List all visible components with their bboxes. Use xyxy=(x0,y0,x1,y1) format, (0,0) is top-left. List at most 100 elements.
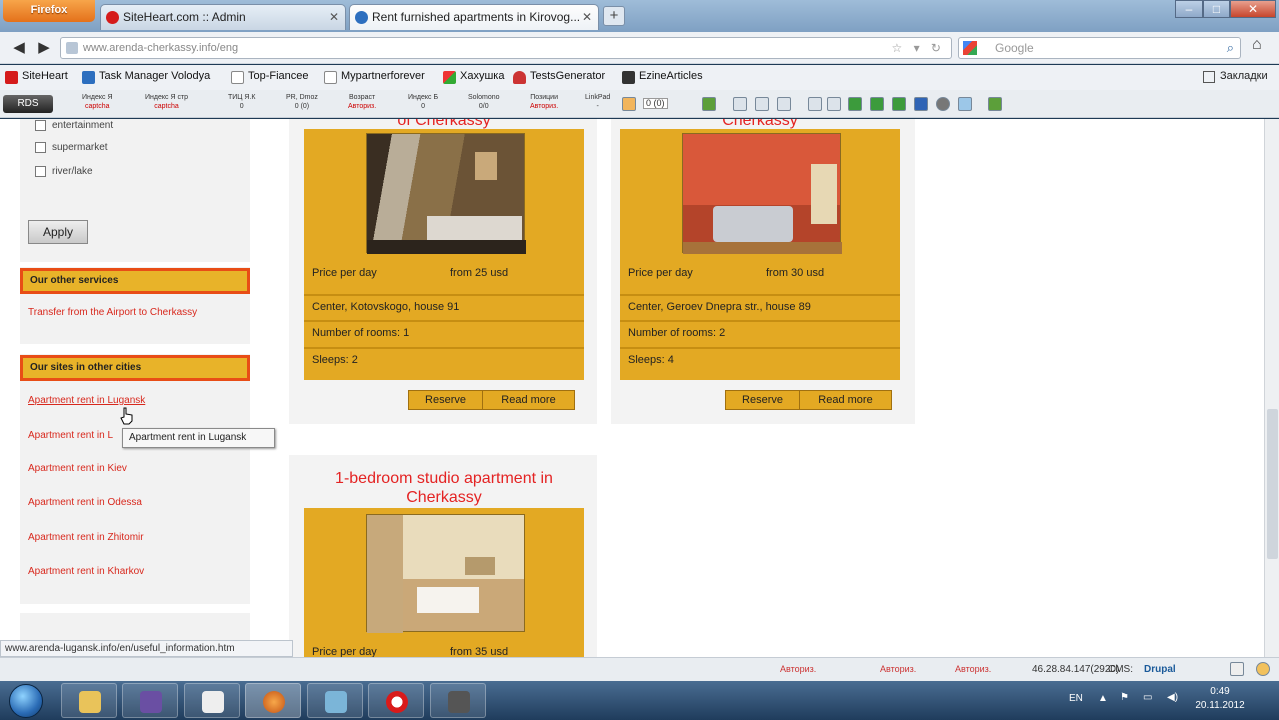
page-scrollbar[interactable] xyxy=(1264,119,1279,657)
seo-age[interactable]: Возраст Авториз. xyxy=(348,93,376,111)
apartment-photo[interactable] xyxy=(366,133,526,254)
city-link-kharkov[interactable]: Apartment rent in Kharkov xyxy=(28,566,144,577)
tool-icon[interactable] xyxy=(914,97,928,111)
bookmark-ezinearticles[interactable]: EzineArticles xyxy=(622,70,703,84)
checkbox[interactable] xyxy=(35,142,46,153)
taskbar-opera[interactable] xyxy=(368,683,424,718)
city-link-zhitomir[interactable]: Apartment rent in Zhitomir xyxy=(28,532,144,543)
bookmark-top-fiancee[interactable]: Top-Fiancee xyxy=(231,70,309,84)
tab-rent-apartments[interactable]: Rent furnished apartments in Kirovog... … xyxy=(349,4,599,30)
apply-button[interactable]: Apply xyxy=(28,220,88,244)
seo-tool-icon[interactable] xyxy=(622,97,636,111)
seo-yandex-index[interactable]: Индекс Яcaptcha xyxy=(82,93,113,111)
minimize-window-button[interactable]: – xyxy=(1175,0,1203,18)
filter-checkbox-entertainment[interactable]: entertainment xyxy=(35,120,113,131)
gear-icon[interactable] xyxy=(936,97,950,111)
tool-icon[interactable] xyxy=(988,97,1002,111)
link-status-url: www.arenda-lugansk.info/en/useful_inform… xyxy=(0,640,293,657)
city-link-lugansk-2[interactable]: Apartment rent in L xyxy=(28,430,113,441)
flag-icon[interactable]: ⚑ xyxy=(1120,692,1129,703)
transfer-link[interactable]: Transfer from the Airport to Cherkassy xyxy=(28,307,197,318)
listing-panel: Price per day from 25 usd Center, Kotovs… xyxy=(304,129,584,380)
seo-bing-index[interactable]: Индекс Б0 xyxy=(408,93,438,111)
tool-icon[interactable] xyxy=(848,97,862,111)
bookmark-xaxushka[interactable]: Хахушка xyxy=(443,70,504,84)
status-cms-drupal[interactable]: Drupal xyxy=(1144,664,1176,675)
taskbar-app[interactable] xyxy=(184,683,240,718)
taskbar-firefox[interactable] xyxy=(245,683,301,718)
read-more-button[interactable]: Read more xyxy=(799,391,891,409)
checkbox[interactable] xyxy=(35,166,46,177)
close-tab-icon[interactable]: ✕ xyxy=(582,5,592,29)
green-tool-icon[interactable] xyxy=(702,97,716,111)
city-link-lugansk[interactable]: Apartment rent in Lugansk xyxy=(28,395,145,406)
scrollbar-thumb[interactable] xyxy=(1267,409,1278,559)
network-icon[interactable]: ▭ xyxy=(1143,692,1152,703)
bookmark-siteheart[interactable]: SiteHeart xyxy=(5,70,68,84)
show-hidden-icons-icon[interactable]: ▲ xyxy=(1098,693,1108,704)
bookmark-testsgenerator[interactable]: TestsGenerator xyxy=(513,70,605,84)
tool-icon[interactable] xyxy=(733,97,747,111)
tool-icon[interactable] xyxy=(892,97,906,111)
close-window-button[interactable]: ✕ xyxy=(1230,0,1276,18)
status-auth[interactable]: Авториз. xyxy=(955,664,991,674)
taskbar-app[interactable] xyxy=(430,683,486,718)
firefox-menu-button[interactable]: Firefox xyxy=(3,0,95,22)
search-input[interactable]: Google ⌕ xyxy=(958,37,1241,59)
tool-icon[interactable] xyxy=(958,97,972,111)
seo-solomono[interactable]: Solomono 0/0 xyxy=(468,93,500,111)
seo-counter[interactable]: 0 (0) xyxy=(643,98,668,109)
tab-siteheart-admin[interactable]: SiteHeart.com :: Admin ✕ xyxy=(100,4,346,30)
bookmark-star-reload-icon[interactable]: ☆ ▾ ↻ xyxy=(891,38,945,58)
tool-icon[interactable] xyxy=(777,97,791,111)
addon-icon[interactable] xyxy=(1230,662,1244,676)
listing-title[interactable]: 1-bedroom studio apartment in Cherkassy xyxy=(304,469,584,507)
seo-yandex-pages[interactable]: Индекс Я стр captcha xyxy=(145,93,188,111)
filter-checkbox-supermarket[interactable]: supermarket xyxy=(35,142,108,153)
bookmark-task-manager[interactable]: Task Manager Volodya xyxy=(82,70,210,84)
address-bar[interactable]: www.arenda-cherkassy.info/eng ☆ ▾ ↻ xyxy=(60,37,952,59)
read-more-button[interactable]: Read more xyxy=(482,391,574,409)
close-tab-icon[interactable]: ✕ xyxy=(329,5,339,29)
checkbox[interactable] xyxy=(35,120,46,131)
taskbar-visual-studio[interactable] xyxy=(122,683,178,718)
app-icon xyxy=(448,691,470,713)
reserve-button[interactable]: Reserve xyxy=(409,391,482,409)
seo-pagerank[interactable]: PR, Dmoz 0 (0) xyxy=(286,93,318,111)
city-link-kiev[interactable]: Apartment rent in Kiev xyxy=(28,463,127,474)
status-auth[interactable]: Авториз. xyxy=(780,664,816,674)
taskbar-explorer[interactable] xyxy=(61,683,117,718)
home-icon[interactable]: ⌂ xyxy=(1252,36,1262,54)
tool-icon[interactable] xyxy=(755,97,769,111)
tool-icon[interactable] xyxy=(870,97,884,111)
tool-icon[interactable] xyxy=(827,97,841,111)
google-engine-icon[interactable] xyxy=(963,41,977,55)
seo-linkpad[interactable]: LinkPad - xyxy=(585,93,610,111)
seo-tic[interactable]: ТИЦ Я.К 0 xyxy=(228,93,256,111)
seo-positions[interactable]: Позиции Авториз. xyxy=(530,93,558,111)
new-tab-button[interactable]: + xyxy=(603,6,625,26)
city-link-odessa[interactable]: Apartment rent in Odessa xyxy=(28,497,142,508)
rds-button[interactable]: RDS xyxy=(3,95,53,113)
clock-time: 0:49 xyxy=(1210,686,1230,697)
bookmark-mypartnerforever[interactable]: Mypartnerforever xyxy=(324,70,425,84)
forward-arrow-icon[interactable]: ▶ xyxy=(35,39,53,57)
status-auth[interactable]: Авториз. xyxy=(880,664,916,674)
tool-icon[interactable] xyxy=(808,97,822,111)
filter-checkbox-river-lake[interactable]: river/lake xyxy=(35,166,93,177)
language-indicator[interactable]: EN xyxy=(1069,693,1083,704)
search-icon[interactable]: ⌕ xyxy=(1227,38,1234,58)
apartment-photo[interactable] xyxy=(682,133,842,254)
volume-icon[interactable]: ◀) xyxy=(1167,692,1178,703)
site-identity-icon[interactable] xyxy=(66,42,78,54)
tab-label: Rent furnished apartments in Kirovog... xyxy=(372,10,581,24)
reserve-button[interactable]: Reserve xyxy=(726,391,799,409)
start-button[interactable] xyxy=(9,684,43,718)
bookmarks-menu[interactable]: Закладки xyxy=(1203,70,1268,83)
taskbar-app[interactable] xyxy=(307,683,363,718)
addon-icon[interactable] xyxy=(1256,662,1270,676)
back-arrow-icon[interactable]: ◀ xyxy=(10,39,28,57)
apartment-photo[interactable] xyxy=(366,514,525,633)
maximize-window-button[interactable]: □ xyxy=(1203,0,1230,18)
system-clock[interactable]: 0:49 20.11.2012 xyxy=(1190,685,1250,713)
